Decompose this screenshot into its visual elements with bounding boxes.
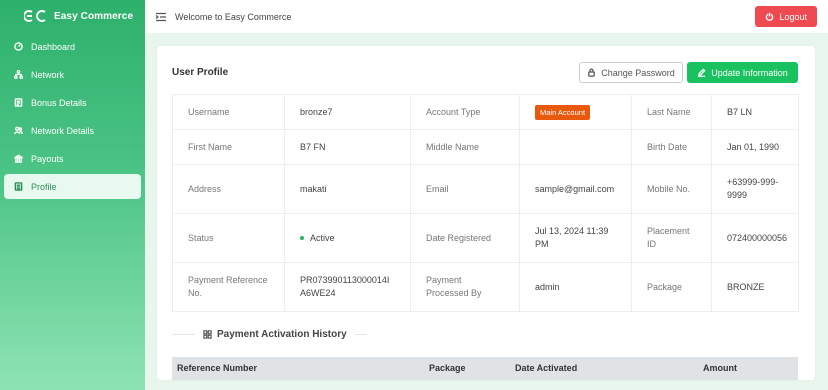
first-name-value: B7 FN xyxy=(284,129,411,165)
divider xyxy=(172,333,195,335)
sidebar-item-bonus-details[interactable]: Bonus Details xyxy=(4,90,141,115)
mobile-label: Mobile No. xyxy=(631,164,712,214)
payment-history-title: Payment Activation History xyxy=(217,328,347,340)
status-badge: Main Account xyxy=(535,104,591,120)
column-reference-number[interactable]: Reference Number xyxy=(177,363,257,373)
brand[interactable]: Easy Commerce xyxy=(0,0,145,32)
table-row: Payment Reference No. PR073990113000014I… xyxy=(172,262,799,312)
last-name-label: Last Name xyxy=(631,94,712,130)
address-label: Address xyxy=(172,164,285,214)
bonus-icon xyxy=(14,98,23,107)
table-row: Username bronze7 Account Type Main Accou… xyxy=(172,94,799,130)
username-label: Username xyxy=(172,94,285,130)
sidebar-nav: Dashboard Network Bonus Details Network … xyxy=(0,34,145,199)
easy-commerce-logo-icon xyxy=(24,10,46,22)
bank-icon xyxy=(14,154,23,163)
package-label: Package xyxy=(631,262,712,312)
sidebar-item-dashboard[interactable]: Dashboard xyxy=(4,34,141,59)
menu-toggle-icon[interactable] xyxy=(155,12,167,22)
status-label: Status xyxy=(172,213,285,263)
status-value: Active xyxy=(284,213,411,263)
network-icon xyxy=(14,70,23,79)
sidebar-item-label: Network xyxy=(31,69,65,80)
email-label: Email xyxy=(410,164,520,214)
sidebar-item-label: Payouts xyxy=(31,153,64,164)
column-date-activated[interactable]: Date Activated xyxy=(515,363,577,373)
username-value: bronze7 xyxy=(284,94,411,130)
status-text: Active xyxy=(310,232,335,243)
last-name-value: B7 LN xyxy=(711,94,799,130)
sidebar-item-network[interactable]: Network xyxy=(4,62,141,87)
logout-icon xyxy=(766,12,774,21)
payment-history-divider: Payment Activation History xyxy=(172,326,798,342)
sidebar: Easy Commerce Dashboard Network Bonus De… xyxy=(0,0,145,390)
sidebar-item-profile[interactable]: Profile xyxy=(4,174,141,199)
divider xyxy=(354,333,367,335)
sidebar-item-network-details[interactable]: Network Details xyxy=(4,118,141,143)
lock-icon xyxy=(588,68,596,77)
account-type-value: Main Account xyxy=(519,94,632,130)
sidebar-item-payouts[interactable]: Payouts xyxy=(4,146,141,171)
table-row: First Name B7 FN Middle Name Birth Date … xyxy=(172,129,799,165)
payment-processed-label: Payment Processed By xyxy=(410,262,520,312)
payment-reference-label: Payment Reference No. xyxy=(172,262,285,312)
column-amount[interactable]: Amount xyxy=(703,363,737,373)
update-information-label: Update Information xyxy=(711,67,788,78)
column-package[interactable]: Package xyxy=(429,363,466,373)
date-registered-value: Jul 13, 2024 11:39 PM xyxy=(519,213,632,263)
profile-icon xyxy=(14,182,23,191)
topbar: Welcome to Easy Commerce Logout xyxy=(145,0,828,33)
account-type-label: Account Type xyxy=(410,94,520,130)
history-table-header: Reference Number Package Date Activated … xyxy=(172,357,798,380)
edit-icon xyxy=(698,68,706,77)
profile-info-table: Username bronze7 Account Type Main Accou… xyxy=(172,94,799,312)
section-title: Payment Activation History xyxy=(195,329,355,340)
middle-name-label: Middle Name xyxy=(410,129,520,165)
update-information-button[interactable]: Update Information xyxy=(687,62,798,83)
brand-name: Easy Commerce xyxy=(54,10,134,22)
change-password-label: Change Password xyxy=(601,67,675,78)
sidebar-item-label: Network Details xyxy=(31,125,95,136)
change-password-button[interactable]: Change Password xyxy=(579,62,683,83)
package-value: BRONZE xyxy=(711,262,799,312)
users-icon xyxy=(14,126,23,135)
birth-date-label: Birth Date xyxy=(631,129,712,165)
page-title: User Profile xyxy=(172,67,229,78)
date-registered-label: Date Registered xyxy=(410,213,520,263)
middle-name-value xyxy=(519,129,632,165)
logout-button[interactable]: Logout xyxy=(755,6,817,27)
sidebar-item-label: Dashboard xyxy=(31,41,76,52)
sidebar-item-label: Bonus Details xyxy=(31,97,87,108)
payment-reference-value: PR073990113000014IA6WE24 xyxy=(284,262,411,312)
table-row: Address makati Email sample@gmail.com Mo… xyxy=(172,164,799,214)
grid-icon xyxy=(203,329,212,339)
logout-label: Logout xyxy=(779,11,807,22)
dashboard-icon xyxy=(14,42,23,51)
welcome-text: Welcome to Easy Commerce xyxy=(175,11,292,22)
payment-processed-value: admin xyxy=(519,262,632,312)
address-value: makati xyxy=(284,164,411,214)
mobile-value: +63999-999-9999 xyxy=(711,164,799,214)
birth-date-value: Jan 01, 1990 xyxy=(711,129,799,165)
table-row: Status Active Date Registered Jul 13, 20… xyxy=(172,213,799,263)
placement-id-label: Placement ID xyxy=(631,213,712,263)
first-name-label: First Name xyxy=(172,129,285,165)
placement-id-value: 072400000056 xyxy=(711,213,799,263)
status-dot-icon xyxy=(300,236,304,241)
user-profile-card: User Profile Change Password Update Info… xyxy=(157,46,815,380)
sidebar-item-label: Profile xyxy=(31,181,57,192)
email-value: sample@gmail.com xyxy=(519,164,632,214)
